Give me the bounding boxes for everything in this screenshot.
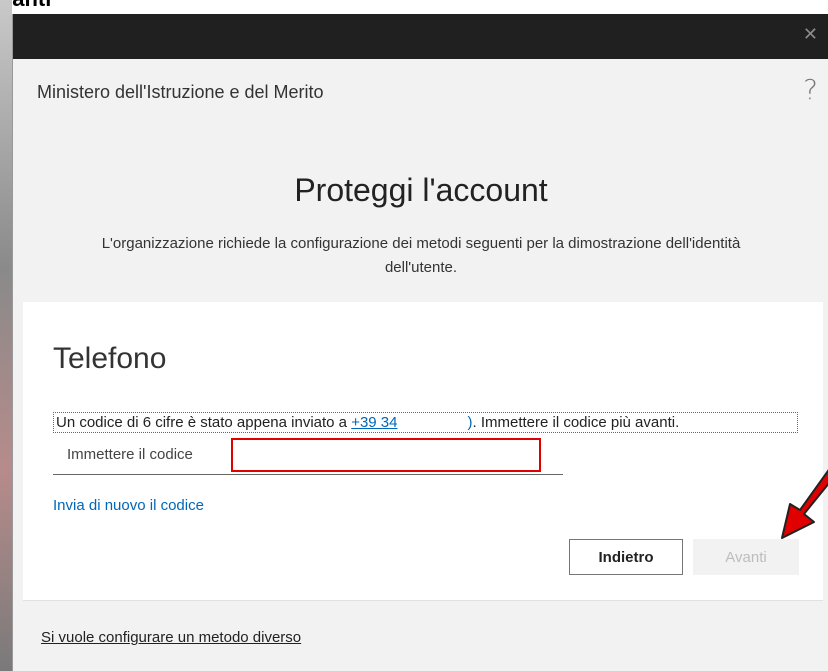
page-subtitle: L'organizzazione richiede la configurazi…: [13, 232, 828, 280]
background-strip: [0, 0, 12, 671]
code-input-label: Immettere il codice: [67, 446, 193, 463]
next-button[interactable]: Avanti: [693, 539, 799, 575]
dialog-header: Ministero dell'Istruzione e del Merito ?: [13, 59, 828, 122]
back-button[interactable]: Indietro: [569, 539, 683, 575]
resend-code-link[interactable]: Invia di nuovo il codice: [53, 497, 204, 514]
organization-name: Ministero dell'Istruzione e del Merito: [37, 82, 324, 102]
close-icon[interactable]: ✕: [803, 24, 818, 45]
subtitle-line-1: L'organizzazione richiede la configurazi…: [101, 235, 741, 252]
info-prefix: Un codice di 6 cifre è stato appena invi…: [56, 414, 352, 431]
red-arrow-icon: [781, 469, 828, 539]
code-sent-message: Un codice di 6 cifre è stato appena invi…: [53, 412, 798, 433]
dialog-content: Proteggi l'account L'organizzazione rich…: [13, 122, 828, 671]
window-titlebar: ✕: [13, 14, 828, 59]
verification-code-input[interactable]: [231, 438, 541, 472]
other-method-link[interactable]: Si vuole configurare un metodo diverso: [41, 629, 301, 646]
subtitle-line-2: dell'utente.: [384, 259, 458, 276]
method-title: Telefono: [53, 342, 167, 375]
info-suffix: . Immettere il codice più avanti.: [472, 414, 680, 431]
footer-divider: [23, 600, 823, 601]
code-entry-row: Immettere il codice: [53, 435, 563, 475]
red-arrow-shape: [781, 469, 828, 539]
phone-number-link[interactable]: +39 34: [351, 414, 397, 431]
auth-dialog-window: ✕ Ministero dell'Istruzione e del Merito…: [12, 14, 828, 671]
help-icon[interactable]: ?: [803, 73, 818, 106]
page-title: Proteggi l'account: [294, 172, 548, 208]
method-card: Telefono Un codice di 6 cifre è stato ap…: [23, 302, 823, 600]
